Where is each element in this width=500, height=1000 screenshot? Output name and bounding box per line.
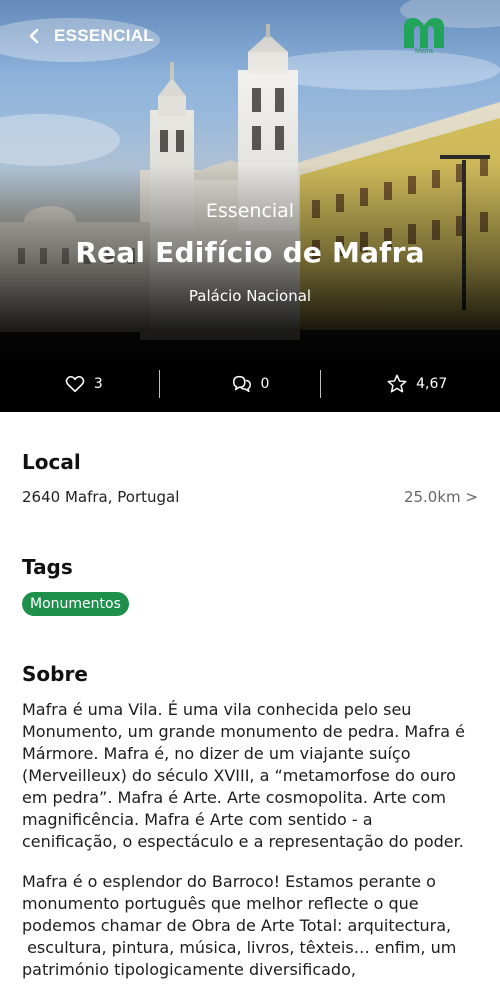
stats-divider — [159, 370, 160, 398]
stats-bar: 3 0 4,67 — [0, 356, 500, 412]
location-address: 2640 Mafra, Portugal — [22, 488, 180, 506]
comments-count: 0 — [260, 376, 270, 392]
back-button[interactable]: ESSENCIAL — [28, 22, 154, 50]
back-label: ESSENCIAL — [54, 26, 154, 45]
chevron-left-icon — [29, 28, 39, 44]
location-distance-link[interactable]: 25.0km > — [404, 488, 478, 506]
stats-divider — [320, 370, 321, 398]
comments-icon — [232, 375, 251, 393]
tag-chip[interactable]: Monumentos — [22, 592, 129, 616]
local-heading: Local — [22, 450, 81, 474]
sobre-heading: Sobre — [22, 662, 88, 686]
tags-heading: Tags — [22, 555, 73, 579]
rating-value: 4,67 — [416, 376, 448, 392]
rating-button[interactable]: 4,67 — [333, 356, 500, 412]
star-icon — [387, 374, 407, 393]
likes-button[interactable]: 3 — [0, 356, 167, 412]
page-title: Real Edifício de Mafra — [75, 236, 425, 269]
likes-count: 3 — [93, 376, 103, 392]
mafra-logo: Mafra — [400, 16, 448, 60]
page-subtitle: Palácio Nacional — [188, 287, 312, 305]
comments-button[interactable]: 0 — [167, 356, 334, 412]
category-kicker: Essencial — [205, 200, 295, 222]
heart-icon — [65, 375, 85, 393]
about-paragraph: Mafra é o esplendor do Barroco! Estamos … — [22, 872, 457, 979]
hero-banner: ESSENCIAL Mafra Essencial Real Edifício … — [0, 0, 500, 412]
detail-content: Local 2640 Mafra, Portugal 25.0km > Tags… — [0, 412, 500, 1000]
top-bar: ESSENCIAL Mafra — [0, 0, 500, 72]
about-paragraph: Mafra é uma Vila. É uma vila conhecida p… — [22, 700, 465, 851]
